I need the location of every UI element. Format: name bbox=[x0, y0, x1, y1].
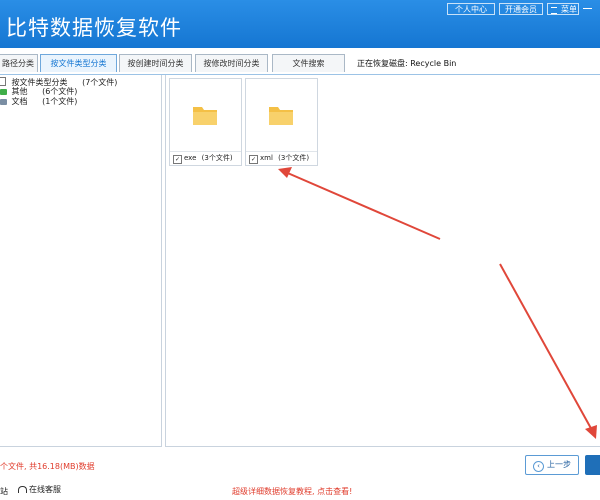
summary-text: 个文件, 共16.18(MB)数据 bbox=[0, 462, 95, 471]
tab-created-time[interactable]: 按创建时间分类 bbox=[119, 54, 192, 72]
tile-name: exe bbox=[184, 154, 197, 162]
tab-file-search[interactable]: 文件搜索 bbox=[272, 54, 345, 72]
tree-item-label: 其他 bbox=[11, 87, 28, 96]
folder-icon bbox=[193, 107, 217, 125]
file-tile[interactable]: ✓ exe (3个文件) bbox=[169, 78, 242, 166]
tile-footer: ✓ exe (3个文件) bbox=[170, 151, 241, 165]
tile-count: (3个文件) bbox=[278, 154, 310, 162]
tutorial-link[interactable]: 超级详细数据恢复教程, 点击查看! bbox=[232, 486, 352, 497]
user-center-button[interactable]: 个人中心 bbox=[447, 3, 495, 15]
green-folder-icon bbox=[0, 89, 7, 95]
menu-label: 菜单 bbox=[561, 5, 577, 14]
tile-footer: ✓ xml (3个文件) bbox=[246, 151, 317, 165]
previous-step-label: 上一步 bbox=[547, 460, 571, 469]
next-step-button[interactable] bbox=[585, 455, 600, 475]
tile-name: xml bbox=[260, 154, 273, 162]
recovery-status: 正在恢复磁盘: Recycle Bin bbox=[357, 59, 457, 68]
tile-count: (3个文件) bbox=[201, 154, 233, 162]
tree-root-toggle-icon[interactable] bbox=[0, 77, 6, 86]
tab-bar: 路径分类 按文件类型分类 按创建时间分类 按修改时间分类 文件搜索 bbox=[0, 52, 600, 75]
app-title: 比特数据恢复软件 bbox=[6, 16, 182, 40]
tab-path[interactable]: 路径分类 bbox=[0, 54, 38, 72]
tree-root-count: (7个文件) bbox=[82, 78, 118, 87]
minimize-button[interactable] bbox=[583, 8, 592, 9]
headset-icon bbox=[18, 486, 27, 493]
tree-root[interactable]: 按文件类型分类 (7个文件) bbox=[0, 77, 117, 87]
previous-step-button[interactable]: ‹ 上一步 bbox=[525, 455, 579, 475]
file-grid: ✓ exe (3个文件) ✓ xml (3个文件) bbox=[165, 75, 600, 447]
tab-file-type[interactable]: 按文件类型分类 bbox=[40, 54, 117, 72]
arrow-left-icon: ‹ bbox=[533, 461, 544, 472]
tab-modified-time[interactable]: 按修改时间分类 bbox=[195, 54, 268, 72]
tree-item-documents[interactable]: 文档 (1个文件) bbox=[0, 97, 77, 107]
online-support-link[interactable]: 在线客服 bbox=[18, 484, 61, 495]
tree-item-count: (6个文件) bbox=[42, 87, 78, 96]
website-link[interactable]: 站 bbox=[0, 486, 8, 497]
tree-root-label: 按文件类型分类 bbox=[11, 78, 68, 87]
tree-item-label: 文档 bbox=[11, 97, 28, 106]
document-icon bbox=[0, 99, 7, 105]
title-bar: 比特数据恢复软件 个人中心 开通会员 菜单 bbox=[0, 0, 600, 48]
membership-button[interactable]: 开通会员 bbox=[499, 3, 543, 15]
online-support-label: 在线客服 bbox=[29, 485, 61, 494]
tree-item-count: (1个文件) bbox=[42, 97, 78, 106]
menu-button[interactable]: 菜单 bbox=[547, 3, 579, 15]
tree-item-other[interactable]: 其他 (6个文件) bbox=[0, 87, 77, 97]
tile-checkbox[interactable]: ✓ bbox=[173, 155, 182, 164]
file-tile[interactable]: ✓ xml (3个文件) bbox=[245, 78, 318, 166]
tile-checkbox[interactable]: ✓ bbox=[249, 155, 258, 164]
menu-icon bbox=[551, 7, 557, 14]
folder-icon bbox=[269, 107, 293, 125]
file-type-tree: 按文件类型分类 (7个文件) 其他 (6个文件) 文档 (1个文件) bbox=[0, 75, 162, 447]
